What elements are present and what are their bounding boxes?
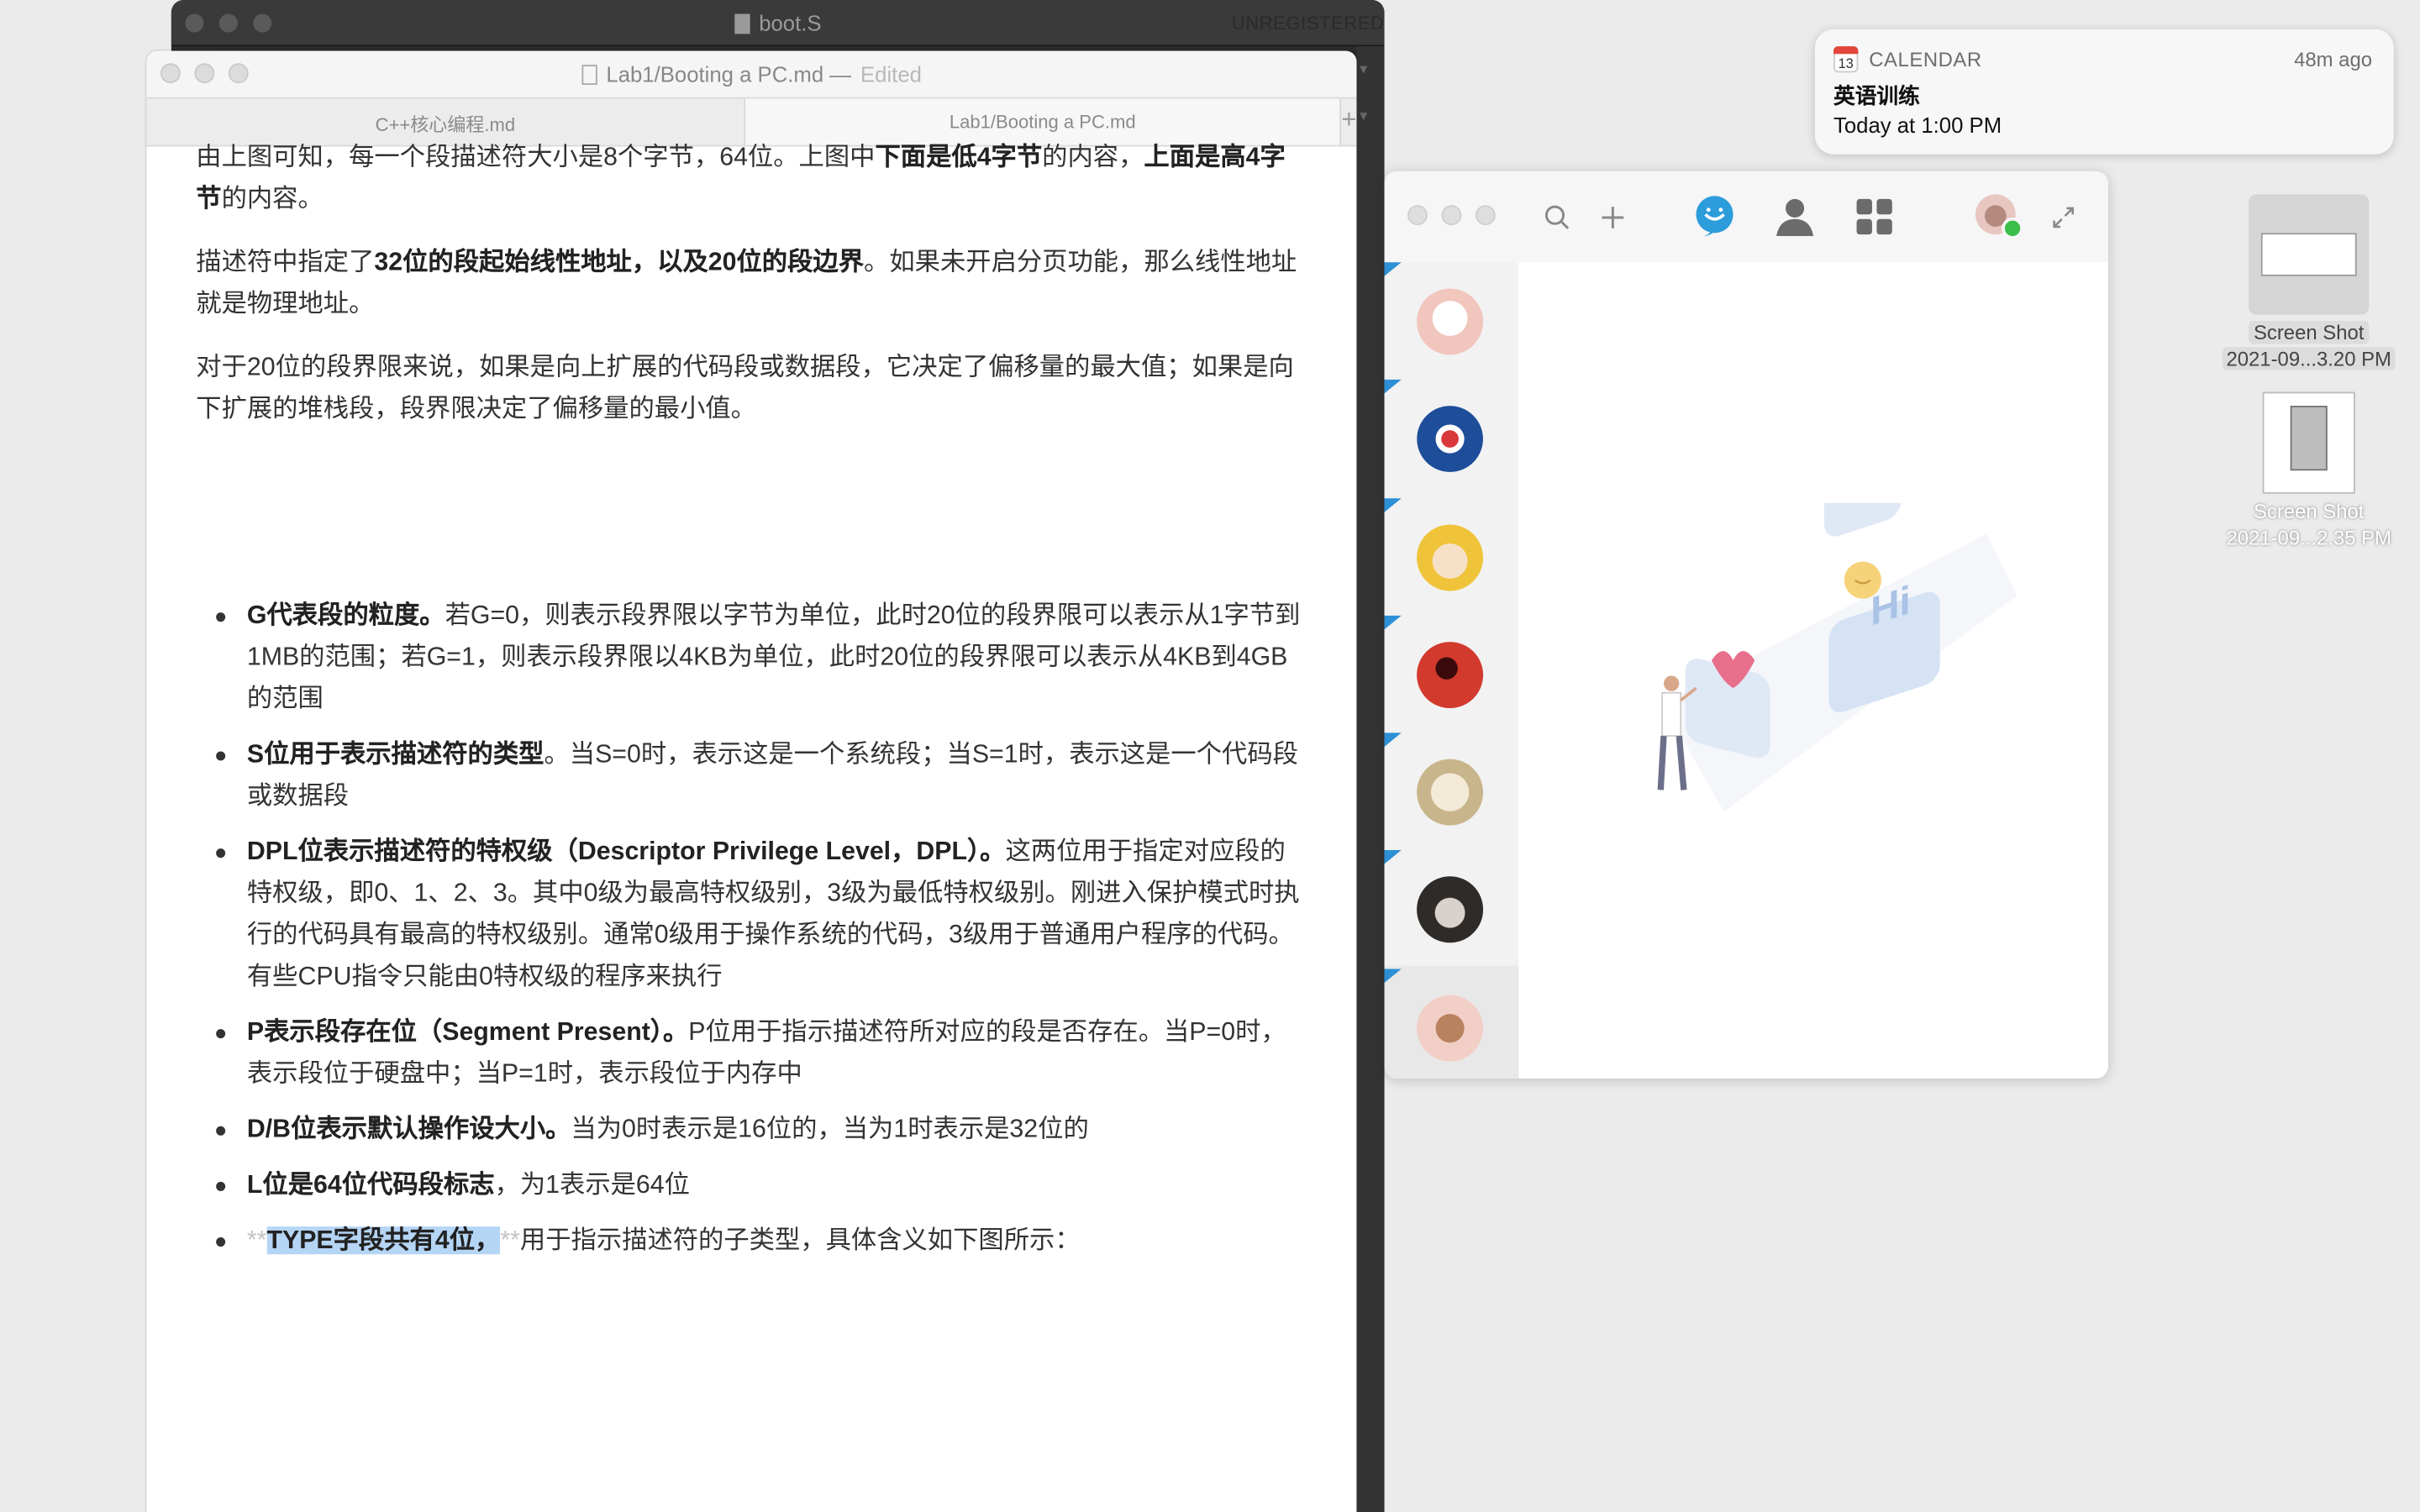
conversation-avatar[interactable]: [1417, 759, 1484, 826]
file-label: Screen Shot 2021-09...3.20 PM: [2201, 319, 2417, 371]
add-icon[interactable]: [1599, 203, 1627, 231]
desktop-file-screenshot[interactable]: Screen Shot 2021-09...3.20 PM: [2201, 194, 2417, 371]
file-thumbnail: [2262, 391, 2355, 494]
list-item: G代表段的粒度。若G=0，则表示段界限以字节为单位，此时20位的段界限可以表示从…: [196, 596, 1310, 721]
chat-app-window: Hi: [1384, 171, 2108, 1079]
unregistered-label: UNREGISTERED: [1231, 12, 1385, 34]
notification-title: 英语训练: [1833, 83, 1920, 108]
document-icon: [581, 65, 597, 86]
chevron-down-icon[interactable]: ▾: [1360, 108, 1367, 125]
background-sidebar: ▾ ▾: [1356, 46, 1385, 1512]
profile-avatar[interactable]: [1972, 192, 2024, 244]
file-label: Screen Shot 2021-09...2.35 PM: [2226, 500, 2391, 549]
empty-state-illustration: Hi: [1657, 502, 2018, 812]
list-item: D/B位表示默认操作设大小。当为0时表示是16位的，当为1时表示是32位的: [196, 1110, 1310, 1152]
calendar-notification[interactable]: 13 CALENDAR 48m ago 英语训练 Today at 1:00 P…: [1814, 29, 2394, 155]
conversation-avatar[interactable]: [1417, 642, 1484, 709]
notification-time: 48m ago: [2294, 47, 2373, 71]
document-icon: [734, 13, 750, 34]
document-content[interactable]: 由上图可知，每一个段描述符大小是8个字节，64位。上图中下面是低4字节的内容，上…: [196, 137, 1310, 1275]
chevron-down-icon[interactable]: ▾: [1360, 61, 1367, 78]
conversation-avatar[interactable]: [1417, 288, 1484, 355]
background-titlebar[interactable]: boot.S UNREGISTERED: [171, 0, 1385, 47]
paragraph: 由上图可知，每一个段描述符大小是8个字节，64位。上图中下面是低4字节的内容，上…: [196, 143, 1286, 213]
list-item: P表示段存在位（Segment Present）。P位用于指示描述符所对应的段是…: [196, 1012, 1310, 1095]
unread-marker: [1384, 498, 1402, 512]
conversation-avatar[interactable]: [1417, 876, 1484, 943]
window-controls[interactable]: [1407, 205, 1496, 226]
desktop-file-screenshot[interactable]: Screen Shot 2021-09...2.35 PM: [2201, 391, 2417, 551]
conversation-avatar[interactable]: [1417, 995, 1484, 1062]
editor-titlebar[interactable]: Lab1/Booting a PC.md — Edited: [146, 50, 1357, 97]
close-button[interactable]: [1407, 205, 1428, 226]
contacts-icon[interactable]: [1773, 194, 1816, 237]
list-item-type-field: **TYPE字段共有4位，**用于指示描述符的子类型，具体含义如下图所示：: [196, 1221, 1310, 1263]
messages-icon[interactable]: [1693, 194, 1736, 237]
selected-text[interactable]: TYPE字段共有4位，: [266, 1226, 501, 1255]
window-title: Lab1/Booting a PC.md — Edited: [146, 61, 1356, 87]
notification-app-name: CALENDAR: [1869, 47, 1982, 71]
unread-marker: [1384, 379, 1402, 394]
calendar-icon: 13: [1833, 46, 1859, 73]
unread-marker: [1384, 262, 1402, 276]
unread-marker: [1384, 850, 1402, 864]
conversation-avatar[interactable]: [1417, 406, 1484, 473]
chat-toolbar: [1384, 171, 2108, 263]
markdown-editor-window: Lab1/Booting a PC.md — Edited C++核心编程.md …: [146, 50, 1357, 1512]
unread-marker: [1384, 969, 1402, 983]
apps-grid-icon[interactable]: [1855, 197, 1896, 238]
zoom-button[interactable]: [1475, 205, 1496, 226]
file-thumbnail: [2249, 194, 2370, 315]
conversation-avatar[interactable]: [1417, 524, 1484, 591]
unread-marker: [1384, 732, 1402, 747]
expand-icon[interactable]: [2051, 205, 2075, 229]
paragraph: 描述符中指定了32位的段起始线性地址，以及20位的段边界。如果未开启分页功能，那…: [196, 248, 1297, 318]
conversation-list: [1384, 262, 1519, 1079]
list-item: DPL位表示描述符的特权级（Descriptor Privilege Level…: [196, 832, 1310, 998]
unread-marker: [1384, 615, 1402, 630]
bullet-list: G代表段的粒度。若G=0，则表示段界限以字节为单位，此时20位的段界限可以表示从…: [196, 596, 1310, 1262]
notification-subtitle: Today at 1:00 PM: [1833, 113, 2002, 138]
list-item: L位是64位代码段标志，为1表示是64位: [196, 1165, 1310, 1207]
minimize-button[interactable]: [1441, 205, 1462, 226]
search-icon[interactable]: [1544, 203, 1571, 231]
background-window-title: boot.S: [171, 11, 1385, 35]
add-tab-button[interactable]: +: [1341, 99, 1356, 145]
paragraph: 对于20位的段界限来说，如果是向上扩展的代码段或数据段，它决定了偏移量的最大值；…: [196, 353, 1294, 423]
image-placeholder: [196, 452, 1310, 575]
list-item: S位用于表示描述符的类型。当S=0时，表示这是一个系统段；当S=1时，表示这是一…: [196, 734, 1310, 817]
